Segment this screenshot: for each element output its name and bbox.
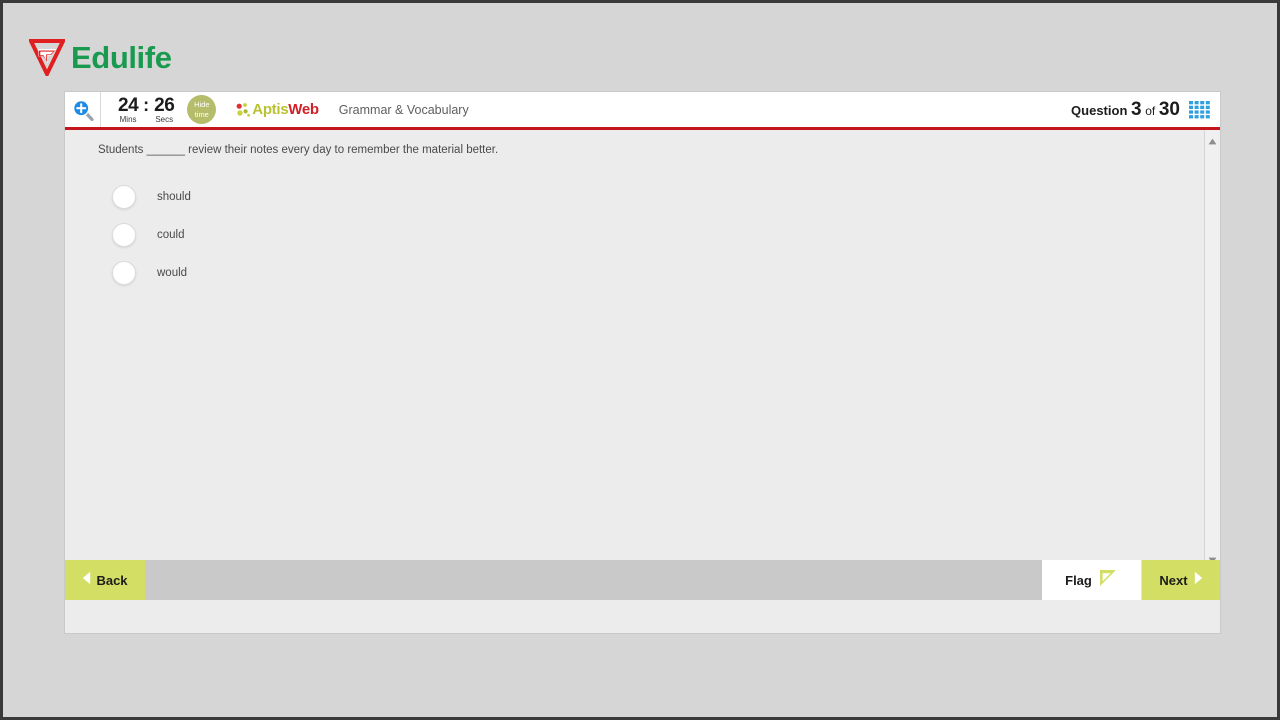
question-counter-total: 30 xyxy=(1158,98,1180,120)
option-radio[interactable] xyxy=(112,223,136,248)
hide-time-label-line2: time xyxy=(194,109,209,119)
option-label: could xyxy=(157,229,185,242)
section-title: Grammar & Vocabulary xyxy=(338,102,469,117)
scrollbar-track[interactable] xyxy=(1205,139,1220,551)
aptisweb-logo: AptisWeb xyxy=(236,101,319,118)
exam-window: 24 Mins : 26 Secs Hide time AptisWeb Gra… xyxy=(64,91,1221,634)
flag-pennant-icon xyxy=(1098,568,1118,593)
timer-seconds: 26 Secs xyxy=(154,94,175,124)
timer-minutes: 24 Mins xyxy=(118,94,139,124)
hide-time-label-line1: Hide xyxy=(194,100,210,110)
flag-button-label: Flag xyxy=(1065,572,1092,588)
flag-button[interactable]: Flag xyxy=(1042,560,1142,600)
timer-separator: : xyxy=(143,94,150,115)
exam-timer: 24 Mins : 26 Secs xyxy=(118,94,175,124)
exam-topbar: 24 Mins : 26 Secs Hide time AptisWeb Gra… xyxy=(65,92,1220,130)
question-grid-icon[interactable] xyxy=(1189,100,1210,119)
hide-time-button[interactable]: Hide time xyxy=(187,95,217,124)
brand-header: Edulife xyxy=(27,36,172,79)
next-button-label: Next xyxy=(1159,572,1188,588)
left-triangle-icon xyxy=(82,571,91,590)
timer-minutes-value: 24 xyxy=(118,94,139,116)
aptis-logo-part1: Aptis xyxy=(252,101,289,118)
scroll-up-arrow-icon[interactable] xyxy=(1208,132,1217,145)
option-row[interactable]: would xyxy=(112,254,1204,292)
option-label: should xyxy=(157,191,191,204)
question-counter-group: Question 3 of 30 xyxy=(1071,99,1220,121)
aptis-logo-part2: Web xyxy=(288,101,319,118)
question-counter: Question 3 of 30 xyxy=(1071,99,1180,121)
edulife-triangle-logo-icon xyxy=(27,38,67,79)
exam-navigation-bar: Back Flag Next xyxy=(65,560,1220,600)
answer-options: should could would xyxy=(112,178,1204,292)
question-counter-current: 3 xyxy=(1131,98,1142,120)
scroll-down-arrow-icon[interactable] xyxy=(1208,551,1217,564)
zoom-in-magnifier-icon xyxy=(72,99,94,121)
next-button[interactable]: Next xyxy=(1142,560,1220,600)
question-counter-of: of xyxy=(1145,103,1156,118)
option-radio[interactable] xyxy=(112,185,136,210)
question-content: Students ______ review their notes every… xyxy=(65,130,1204,560)
timer-minutes-label: Mins xyxy=(119,114,137,124)
option-radio[interactable] xyxy=(112,261,136,286)
back-button-label: Back xyxy=(96,572,128,588)
back-button[interactable]: Back xyxy=(65,560,145,600)
timer-seconds-value: 26 xyxy=(154,94,175,116)
question-body: Students ______ review their notes every… xyxy=(65,130,1220,564)
content-scrollbar[interactable] xyxy=(1204,130,1220,564)
question-counter-prefix: Question xyxy=(1071,102,1128,118)
brand-name: Edulife xyxy=(71,39,172,75)
option-row[interactable]: should xyxy=(112,178,1204,216)
timer-seconds-label: Secs xyxy=(155,114,174,124)
aptis-dots-icon xyxy=(236,102,251,118)
window-footer-strip xyxy=(65,600,1220,631)
option-row[interactable]: could xyxy=(112,216,1204,254)
option-label: would xyxy=(157,267,188,280)
question-prompt: Students ______ review their notes every… xyxy=(98,144,499,156)
right-triangle-icon xyxy=(1194,571,1203,590)
zoom-in-button[interactable] xyxy=(65,92,101,127)
